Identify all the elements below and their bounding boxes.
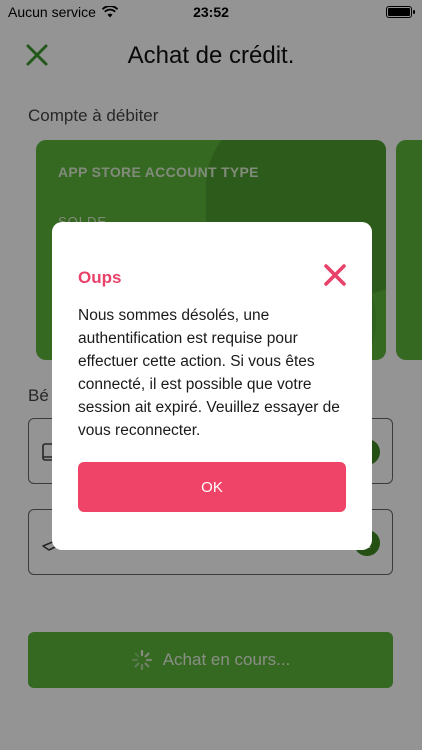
error-dialog: Oups Nous sommes désolés, une authentifi…: [52, 222, 372, 550]
ok-button[interactable]: OK: [78, 462, 346, 512]
dialog-message: Nous sommes désolés, une authentificatio…: [78, 307, 340, 439]
dialog-title: Oups: [78, 268, 122, 287]
close-icon[interactable]: [322, 262, 348, 288]
